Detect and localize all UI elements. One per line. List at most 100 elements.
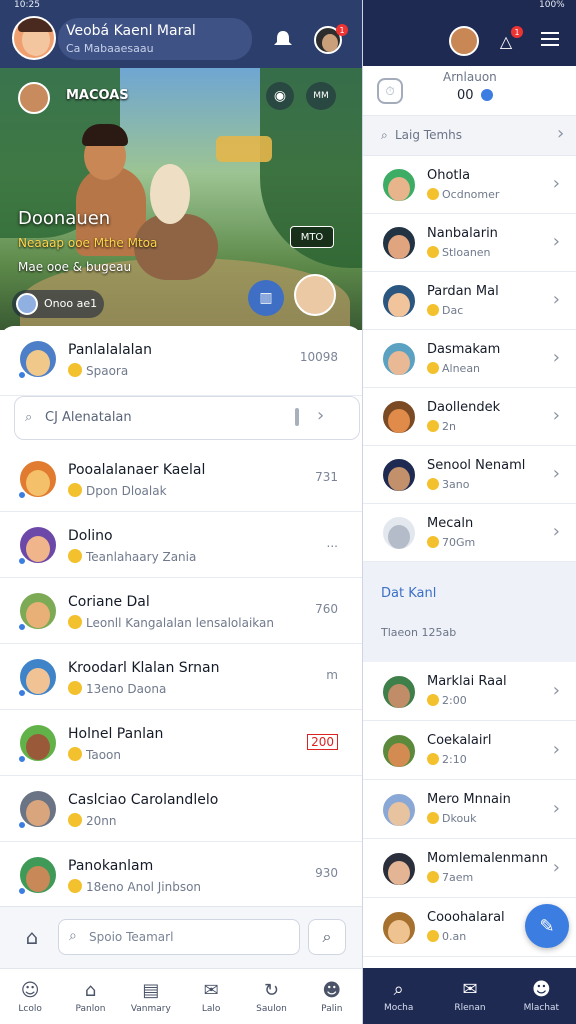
chevron-right-icon[interactable]: › bbox=[553, 173, 560, 194]
table-row[interactable]: Kroodarl Klalan Srnan 13eno Daona m bbox=[0, 644, 362, 710]
emoji-icon bbox=[68, 615, 82, 629]
avatar[interactable] bbox=[381, 457, 417, 493]
globe-icon[interactable]: ◉ bbox=[266, 82, 294, 110]
contact-subtitle: Stloanen bbox=[427, 246, 491, 259]
profile-avatar[interactable] bbox=[12, 16, 56, 60]
nav-item-1[interactable]: ⌂ Panlon bbox=[60, 969, 120, 1024]
table-row[interactable]: Caslciao Carolandlelo 20nn bbox=[0, 776, 362, 842]
avatar[interactable] bbox=[381, 167, 417, 203]
chevron-right-icon[interactable]: › bbox=[553, 463, 560, 484]
home-icon[interactable]: ⌂ bbox=[16, 921, 48, 953]
voice-search-button[interactable]: ⌕ bbox=[308, 919, 346, 955]
contact-row[interactable]: Mecaln 70Gm › bbox=[363, 504, 576, 562]
avatar[interactable] bbox=[381, 225, 417, 261]
contact-row[interactable]: Nanbalarin Stloanen › bbox=[363, 214, 576, 272]
contact-row[interactable]: Ohotla Ocdnomer › bbox=[363, 156, 576, 214]
time-label: 930 bbox=[315, 866, 338, 880]
contact-name: Dolino bbox=[68, 528, 113, 544]
chevron-right-icon[interactable]: › bbox=[553, 231, 560, 252]
table-row[interactable]: Holnel Panlan Taoon 200 bbox=[0, 710, 362, 776]
nav-label: Palin bbox=[321, 1003, 343, 1014]
notification-bell-icon[interactable] bbox=[270, 28, 296, 50]
timer-icon[interactable]: ⏱ bbox=[377, 78, 403, 104]
avatar[interactable] bbox=[381, 283, 417, 319]
menu-icon[interactable] bbox=[541, 32, 559, 46]
profile-card[interactable]: Veobá Kaenl Maral Ca Mabaaesaau bbox=[58, 18, 252, 60]
avatar[interactable] bbox=[381, 733, 417, 769]
refresh-icon: ↻ bbox=[263, 979, 280, 1001]
contact-subtitle-text: Dac bbox=[442, 304, 464, 317]
side-nav-item-0[interactable]: ⌕ Mocha bbox=[363, 968, 434, 1024]
avatar[interactable] bbox=[381, 515, 417, 551]
chevron-right-icon[interactable]: › bbox=[553, 405, 560, 426]
chevron-right-icon[interactable]: › bbox=[557, 123, 564, 144]
contact-subtitle-text: Alnean bbox=[442, 362, 481, 375]
scoreboard-button[interactable]: MM bbox=[306, 82, 336, 110]
banner-tag[interactable]: Onoo ae1 bbox=[12, 290, 104, 318]
chevron-right-icon[interactable]: › bbox=[553, 289, 560, 310]
avatar[interactable] bbox=[381, 341, 417, 377]
nav-item-5[interactable]: ☻ Palin bbox=[302, 969, 362, 1024]
nav-item-2[interactable]: ▤ Vanmary bbox=[121, 969, 181, 1024]
section-title[interactable]: Dat Kanl bbox=[381, 586, 436, 601]
avatar[interactable] bbox=[381, 910, 417, 946]
side-nav-item-1[interactable]: ✉ Rlenan bbox=[434, 968, 505, 1024]
contact-subtitle: 3ano bbox=[427, 478, 469, 491]
contact-subtitle-text: 18eno Anol Jinbson bbox=[86, 880, 202, 894]
avatar[interactable] bbox=[381, 399, 417, 435]
hero-banner[interactable]: MACOAS ◉ MM Doonauen Neaaap ooe Mthe Mto… bbox=[0, 68, 362, 330]
chevron-right-icon[interactable]: › bbox=[553, 857, 560, 878]
chart-icon[interactable]: ▥ bbox=[248, 280, 284, 316]
chevron-right-icon[interactable]: › bbox=[553, 347, 560, 368]
contact-subtitle: 13eno Daona bbox=[68, 681, 166, 696]
avatar[interactable] bbox=[381, 792, 417, 828]
banner-friend-avatar[interactable] bbox=[294, 274, 336, 316]
compose-fab-button[interactable]: ✎ bbox=[525, 904, 569, 948]
contact-subtitle-text: 13eno Daona bbox=[86, 682, 167, 696]
chevron-right-icon[interactable]: › bbox=[553, 739, 560, 760]
contact-subtitle: Ocdnomer bbox=[427, 188, 499, 201]
contact-subtitle: Alnean bbox=[427, 362, 480, 375]
contact-row[interactable]: Dasmakam Alnean › bbox=[363, 330, 576, 388]
contact-subtitle: 7aem bbox=[427, 871, 473, 884]
list-item[interactable]: Panlalalalan Spaora 10098 bbox=[0, 326, 362, 396]
contact-row[interactable]: Daollendek 2n › bbox=[363, 388, 576, 446]
table-row[interactable]: Panokanlam 18eno Anol Jinbson 930 bbox=[0, 842, 362, 908]
side-profile-avatar[interactable] bbox=[449, 26, 479, 56]
contact-subtitle-text: Taoon bbox=[86, 748, 121, 762]
contact-row[interactable]: Marklai Raal 2:00 › bbox=[363, 662, 576, 721]
contact-row[interactable]: Coekalairl 2:10 › bbox=[363, 721, 576, 780]
chevron-right-icon[interactable]: › bbox=[553, 521, 560, 542]
table-row[interactable]: Pooalalanaer Kaelal Dpon Dloalak 731 bbox=[0, 446, 362, 512]
chevron-right-icon[interactable]: › bbox=[317, 405, 324, 426]
chevron-right-icon[interactable]: › bbox=[553, 680, 560, 701]
contact-subtitle: 70Gm bbox=[427, 536, 475, 549]
nav-item-4[interactable]: ↻ Saulon bbox=[241, 969, 301, 1024]
emoji-icon bbox=[68, 813, 82, 827]
contact-row[interactable]: Senool Nenaml 3ano › bbox=[363, 446, 576, 504]
contact-row[interactable]: Pardan Mal Dac › bbox=[363, 272, 576, 330]
nav-item-0[interactable]: ☺ Lcolo bbox=[0, 969, 60, 1024]
banner-user-avatar[interactable] bbox=[18, 82, 50, 114]
contact-name: Coriane Dal bbox=[68, 594, 150, 610]
time-label: 10098 bbox=[299, 350, 338, 364]
scroll-handle[interactable] bbox=[295, 408, 299, 426]
table-row[interactable]: Dolino Teanlahaary Zania... bbox=[0, 512, 362, 578]
home-icon: ⌂ bbox=[84, 979, 97, 1001]
avatar[interactable] bbox=[381, 851, 417, 887]
side-search-bar[interactable]: ⌕ Laig Temhs › bbox=[363, 116, 576, 156]
table-row[interactable]: Coriane Dal Leonll Kangalalan lensalolaik… bbox=[0, 578, 362, 644]
emoji-icon bbox=[68, 363, 82, 377]
chevron-right-icon[interactable]: › bbox=[553, 798, 560, 819]
side-nav-item-2[interactable]: ☻ Mlachat bbox=[506, 968, 576, 1024]
contact-row[interactable]: Mero Mnnain Dkouk › bbox=[363, 780, 576, 839]
contact-name: Cooohalaral bbox=[427, 910, 505, 925]
contact-name: Pardan Mal bbox=[427, 284, 499, 299]
avatar[interactable] bbox=[381, 674, 417, 710]
nav-item-3[interactable]: ✉ Lalo bbox=[181, 969, 241, 1024]
filter-search-bar[interactable]: ⌕ CJ Alenatalan › bbox=[14, 396, 360, 440]
contact-name: Panlalalalan bbox=[68, 342, 153, 358]
info-dot bbox=[481, 89, 493, 101]
search-input[interactable]: ⌕ Spoio Teamarl bbox=[58, 919, 300, 955]
contact-row[interactable]: Momlemalenmann 7aem › bbox=[363, 839, 576, 898]
